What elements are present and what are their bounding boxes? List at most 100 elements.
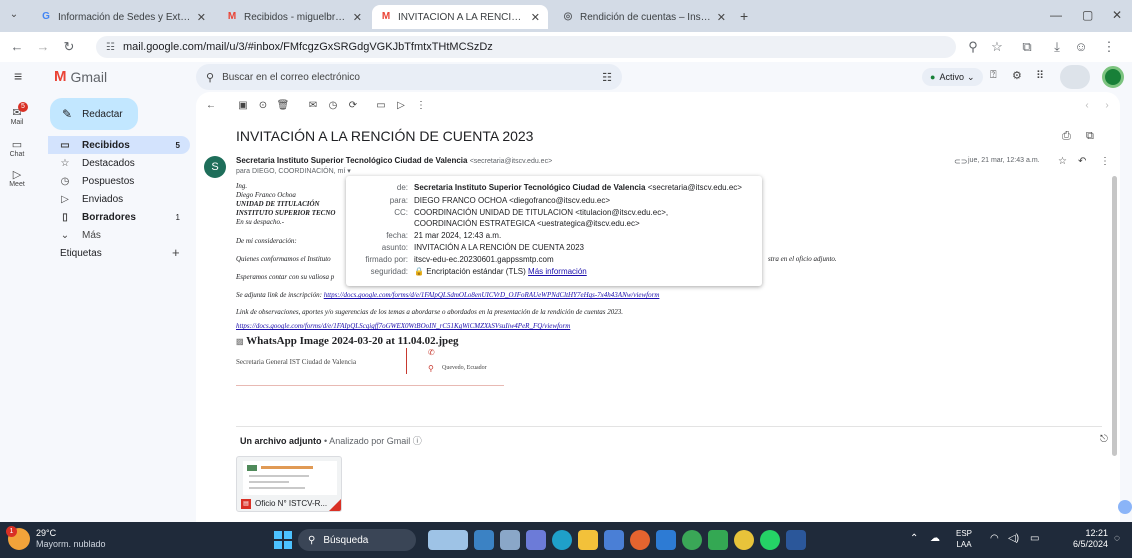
- taskbar-app-maps-icon[interactable]: [708, 530, 728, 550]
- taskbar-app-photos-icon[interactable]: [474, 530, 494, 550]
- more-actions-icon[interactable]: ⋮: [414, 99, 428, 113]
- archive-icon[interactable]: ▣: [236, 99, 250, 113]
- zoom-icon[interactable]: ⚲: [964, 38, 982, 56]
- language-indicator[interactable]: ESP LAA: [956, 528, 972, 550]
- taskbar-app-firefox-icon[interactable]: [630, 530, 650, 550]
- taskbar-app-whatsapp-icon[interactable]: [760, 530, 780, 550]
- minimize-window-icon[interactable]: —: [1050, 8, 1062, 22]
- volume-icon[interactable]: ◁): [1008, 533, 1019, 544]
- browser-tab[interactable]: M Recibidos - miguelbriones@itsc ✕: [218, 5, 370, 29]
- close-tab-icon[interactable]: ✕: [197, 11, 206, 24]
- tab-list-dropdown-icon[interactable]: ⌄: [6, 9, 22, 25]
- sidebar-item-inbox[interactable]: ▭ Recibidos 5: [48, 136, 190, 154]
- weather-widget[interactable]: 1 29°C Mayorm. nublado: [6, 526, 106, 550]
- add-task-icon[interactable]: ⟳: [346, 99, 360, 113]
- wifi-icon[interactable]: ◠: [990, 533, 999, 544]
- close-window-icon[interactable]: ✕: [1112, 8, 1122, 22]
- more-options-icon[interactable]: ⋮: [1100, 156, 1110, 167]
- report-spam-icon[interactable]: ⊙: [256, 99, 270, 113]
- sidebar-item-sent[interactable]: ▷ Enviados: [48, 190, 190, 208]
- search-input[interactable]: Buscar en el correo electrónico: [222, 72, 602, 83]
- status-button[interactable]: ● Activo ⌄: [922, 68, 983, 86]
- back-icon[interactable]: ←: [8, 38, 26, 56]
- print-icon[interactable]: ⎙: [1062, 130, 1071, 143]
- sidebar-item-drafts[interactable]: ▯ Borradores 1: [48, 208, 190, 226]
- taskbar-app-store-icon[interactable]: [526, 530, 546, 550]
- sender-name[interactable]: Secretaria Instituto Superior Tecnológic…: [236, 156, 467, 165]
- restore-window-icon[interactable]: ▢: [1082, 8, 1093, 22]
- inline-image-placeholder[interactable]: ▨ WhatsApp Image 2024-03-20 at 11.04.02.…: [236, 335, 459, 347]
- scrollbar[interactable]: [1112, 176, 1117, 456]
- battery-icon[interactable]: ▭: [1030, 533, 1039, 544]
- browser-menu-icon[interactable]: ⋮: [1100, 38, 1118, 56]
- attachment-card[interactable]: ▤ Oficio N° ISTCV-R...: [236, 456, 342, 512]
- side-panel-icon[interactable]: [1118, 500, 1132, 514]
- start-button[interactable]: [274, 531, 292, 549]
- recipients-line[interactable]: para DIEGO, COORDINACIÓN, mí ▾: [236, 167, 351, 175]
- add-label-button[interactable]: +: [172, 245, 180, 260]
- sidebar-item-more[interactable]: ⌄ Más: [48, 226, 190, 244]
- browser-tab-active[interactable]: M INVITACIÓN A LA RENCIÓN DE ✕: [372, 5, 548, 29]
- profile-avatar[interactable]: ☺: [1072, 38, 1090, 56]
- close-tab-icon[interactable]: ✕: [353, 11, 362, 24]
- sidebar-item-starred[interactable]: ☆ Destacados: [48, 154, 190, 172]
- move-to-icon[interactable]: ▭: [374, 99, 388, 113]
- mark-unread-icon[interactable]: ✉: [306, 99, 320, 113]
- inscription-link[interactable]: https://docs.google.com/forms/d/e/1FAIpQ…: [324, 291, 660, 299]
- new-tab-button[interactable]: +: [740, 8, 748, 24]
- taskbar-search[interactable]: ⚲ Búsqueda: [298, 529, 416, 551]
- label-icon[interactable]: ▷: [394, 99, 408, 113]
- close-tab-icon[interactable]: ✕: [717, 11, 726, 24]
- download-icon[interactable]: ⤓: [1048, 38, 1066, 56]
- more-info-link[interactable]: Más información: [528, 267, 587, 276]
- back-to-inbox-icon[interactable]: ←: [204, 99, 218, 113]
- info-icon[interactable]: ⓘ: [413, 436, 422, 446]
- tray-overflow-icon[interactable]: ⌃: [910, 533, 918, 544]
- show-details-chevron-icon[interactable]: ▾: [347, 168, 351, 175]
- onedrive-icon[interactable]: ☁: [930, 533, 940, 544]
- site-info-icon[interactable]: ☷: [106, 42, 115, 53]
- star-email-icon[interactable]: ☆: [1058, 156, 1067, 167]
- taskbar-app-mail-icon[interactable]: [604, 530, 624, 550]
- account-avatar[interactable]: [1102, 66, 1124, 88]
- search-options-icon[interactable]: ☷: [602, 71, 612, 84]
- search-box[interactable]: ⚲ Buscar en el correo electrónico ☷: [196, 64, 622, 90]
- settings-gear-icon[interactable]: ⚙: [1012, 69, 1022, 82]
- address-bar[interactable]: ☷ mail.google.com/mail/u/3/#inbox/FMfcgz…: [96, 36, 956, 58]
- gmail-logo[interactable]: M Gmail: [54, 68, 107, 85]
- compose-button[interactable]: ✎ Redactar: [50, 98, 138, 130]
- taskbar-app-task-view-icon[interactable]: [500, 530, 520, 550]
- sender-avatar[interactable]: S: [204, 156, 226, 178]
- sidebar-item-snoozed[interactable]: ◷ Pospuestos: [48, 172, 190, 190]
- extensions-icon[interactable]: ⧉: [1018, 38, 1036, 56]
- open-new-window-icon[interactable]: ⧉: [1086, 130, 1094, 143]
- bookmark-star-icon[interactable]: ☆: [988, 38, 1006, 56]
- observations-link[interactable]: https://docs.google.com/forms/d/e/1FAIpQ…: [236, 322, 570, 330]
- taskbar-app-chrome-profile-icon[interactable]: [734, 530, 754, 550]
- reload-icon[interactable]: ↻: [60, 38, 78, 56]
- main-menu-icon[interactable]: ≡: [14, 68, 22, 84]
- add-to-drive-icon[interactable]: ⎋: [1100, 434, 1108, 445]
- forward-icon[interactable]: →: [34, 38, 52, 56]
- help-icon[interactable]: ⍰: [990, 69, 997, 82]
- taskbar-app-explorer-icon[interactable]: [578, 530, 598, 550]
- reply-icon[interactable]: ↶: [1078, 156, 1086, 167]
- taskbar-app-chrome-icon[interactable]: [682, 530, 702, 550]
- browser-tab[interactable]: ◎ Rendición de cuentas – Instituto ✕: [554, 5, 734, 29]
- prev-email-icon[interactable]: ‹: [1080, 99, 1094, 113]
- delete-icon[interactable]: 🗑: [276, 99, 290, 113]
- notifications-icon[interactable]: ◌: [1114, 533, 1120, 544]
- close-tab-icon[interactable]: ✕: [531, 11, 540, 24]
- account-logo[interactable]: [1060, 65, 1090, 89]
- taskbar-app-vscode-icon[interactable]: [656, 530, 676, 550]
- clock[interactable]: 12:21 6/5/2024: [1062, 528, 1108, 550]
- next-email-icon[interactable]: ›: [1100, 99, 1114, 113]
- taskbar-app-widgets-icon[interactable]: [428, 530, 468, 550]
- snooze-icon[interactable]: ◷: [326, 99, 340, 113]
- taskbar-app-word-icon[interactable]: [786, 530, 806, 550]
- taskbar-app-edge-icon[interactable]: [552, 530, 572, 550]
- rail-meet[interactable]: ▷ Meet: [6, 168, 28, 188]
- browser-tab[interactable]: G Información de Sedes y Extensi ✕: [32, 5, 214, 29]
- apps-grid-icon[interactable]: ⠿: [1036, 69, 1044, 82]
- rail-chat[interactable]: ▭ Chat: [6, 138, 28, 158]
